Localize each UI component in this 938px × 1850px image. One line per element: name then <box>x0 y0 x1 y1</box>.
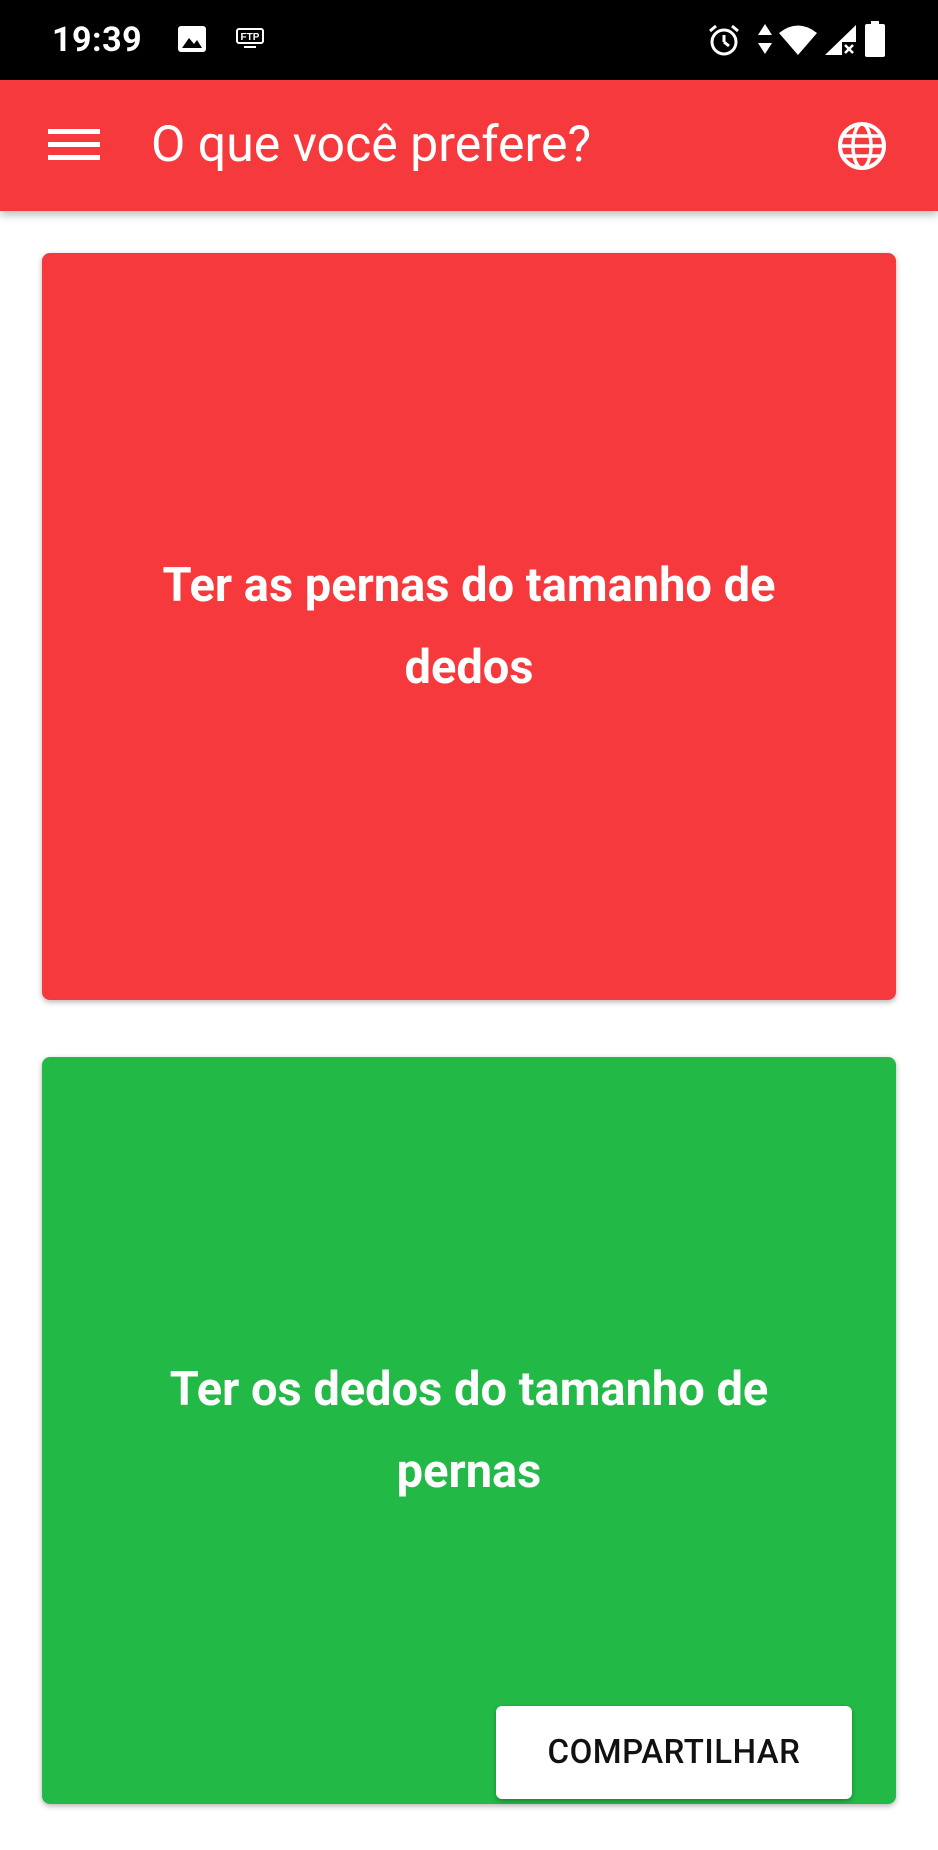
status-bar: 19:39 FTP <box>0 0 938 80</box>
image-icon <box>178 26 206 52</box>
app-title: O que você prefere? <box>151 116 592 174</box>
status-time: 19:39 <box>52 20 143 60</box>
share-button[interactable]: COMPARTILHAR <box>496 1706 852 1799</box>
option-text-2: Ter os dedos do tamanho de pernas <box>169 1361 769 1499</box>
data-arrows-icon <box>758 24 772 54</box>
option-card-1[interactable]: Ter as pernas do tamanho de dedos <box>42 253 896 1000</box>
globe-icon[interactable] <box>836 120 888 172</box>
menu-icon[interactable] <box>48 125 100 165</box>
alarm-icon <box>709 24 739 56</box>
svg-text:FTP: FTP <box>241 32 260 43</box>
signal-icon <box>825 25 856 55</box>
wifi-icon <box>779 25 817 55</box>
option-card-2[interactable]: Ter os dedos do tamanho de pernas <box>42 1057 896 1804</box>
battery-icon <box>865 21 885 57</box>
ftp-icon: FTP <box>236 28 264 48</box>
option-text-1: Ter as pernas do tamanho de dedos <box>162 557 776 695</box>
